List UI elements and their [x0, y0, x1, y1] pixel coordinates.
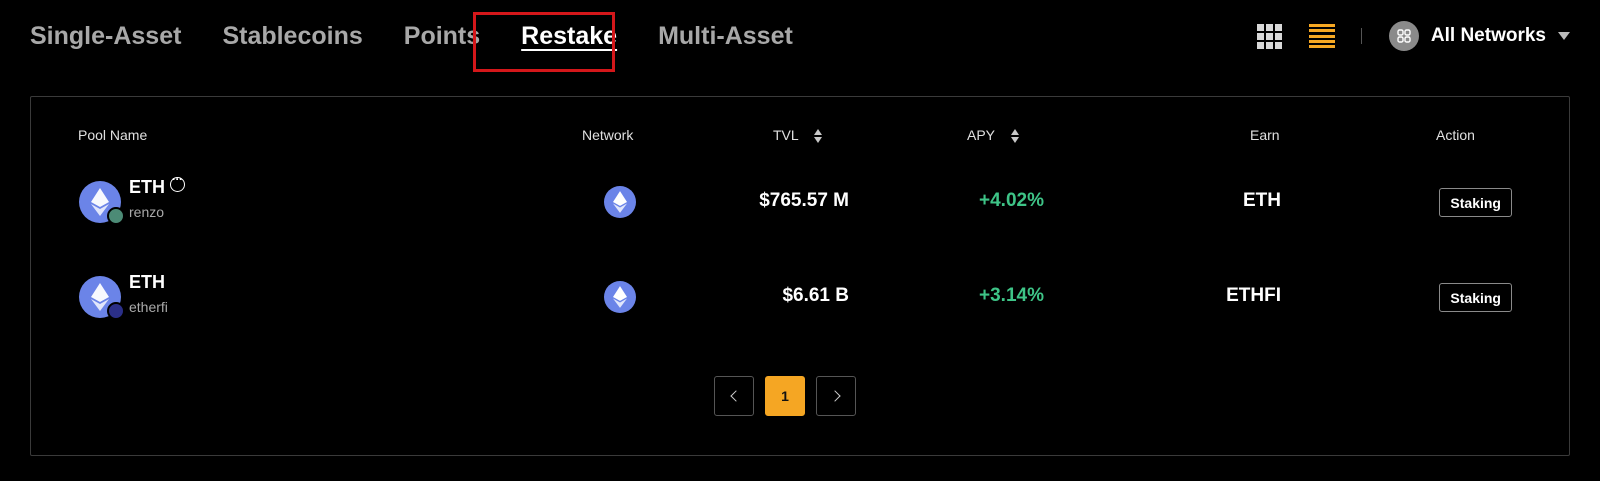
tab-points[interactable]: Points [404, 22, 480, 51]
header-tvl-label: TVL [773, 127, 799, 143]
header-earn: Earn [1250, 127, 1280, 143]
tab-stablecoins[interactable]: Stablecoins [222, 22, 362, 51]
etherfi-icon [107, 302, 125, 320]
eth-token-icon [79, 181, 125, 225]
chevron-right-icon [828, 390, 841, 402]
header-network: Network [582, 127, 634, 143]
list-icon [1308, 24, 1335, 48]
category-tabs: Single-Asset Stablecoins Points Restake … [30, 18, 834, 54]
sort-icon [814, 129, 823, 144]
pool-token: ETH [129, 272, 165, 292]
header-apy[interactable]: APY [967, 127, 1019, 144]
pool-name: ETH [129, 172, 185, 198]
prev-page-button[interactable] [714, 376, 754, 416]
network-dropdown[interactable]: All Networks [1388, 21, 1570, 51]
ethereum-network-icon [604, 186, 636, 218]
tab-restake[interactable]: Restake [521, 22, 617, 51]
sort-icon [1010, 129, 1019, 144]
pool-provider: renzo [129, 204, 165, 220]
tab-multi-asset[interactable]: Multi-Asset [658, 22, 793, 51]
pool-table: Pool Name Network TVL APY Earn Action ET… [30, 96, 1570, 456]
apy-value: +3.14% [979, 285, 1044, 306]
pagination: 1 [714, 376, 867, 416]
page-number-button[interactable]: 1 [765, 376, 805, 416]
chevron-left-icon [729, 390, 742, 402]
grid-view-button[interactable] [1257, 23, 1283, 49]
staking-button[interactable]: Staking [1439, 283, 1512, 312]
table-row: ETH renzo $765.57 M +4.02% ETH Staking [31, 172, 1569, 233]
pool-token: ETH [129, 177, 165, 197]
network-dropdown-label: All Networks [1430, 25, 1546, 46]
divider [1360, 28, 1362, 44]
caret-down-icon [1558, 32, 1570, 40]
staking-button[interactable]: Staking [1439, 188, 1512, 217]
header-apy-label: APY [967, 127, 995, 143]
top-controls: All Networks [1257, 18, 1570, 54]
header-pool-name: Pool Name [78, 127, 148, 143]
pool-provider: etherfi [129, 299, 168, 315]
grid-icon [1257, 23, 1283, 49]
network-icon [1388, 21, 1419, 51]
ethereum-network-icon [604, 281, 636, 313]
earn-token: ETH [1243, 190, 1281, 211]
table-row: ETH etherfi $6.61 B +3.14% ETHFI Staking [31, 268, 1569, 328]
header-action: Action [1436, 127, 1475, 143]
pool-name: ETH [129, 272, 165, 293]
list-view-button[interactable] [1308, 23, 1335, 49]
more-icon[interactable] [170, 172, 185, 192]
earn-token: ETHFI [1226, 285, 1281, 306]
eth-token-icon [79, 276, 125, 320]
tvl-value: $6.61 B [782, 285, 849, 306]
apy-value: +4.02% [979, 190, 1044, 211]
header-tvl[interactable]: TVL [773, 127, 823, 144]
tab-single-asset[interactable]: Single-Asset [30, 22, 181, 51]
renzo-icon [107, 207, 125, 225]
next-page-button[interactable] [816, 376, 856, 416]
tvl-value: $765.57 M [759, 190, 849, 211]
